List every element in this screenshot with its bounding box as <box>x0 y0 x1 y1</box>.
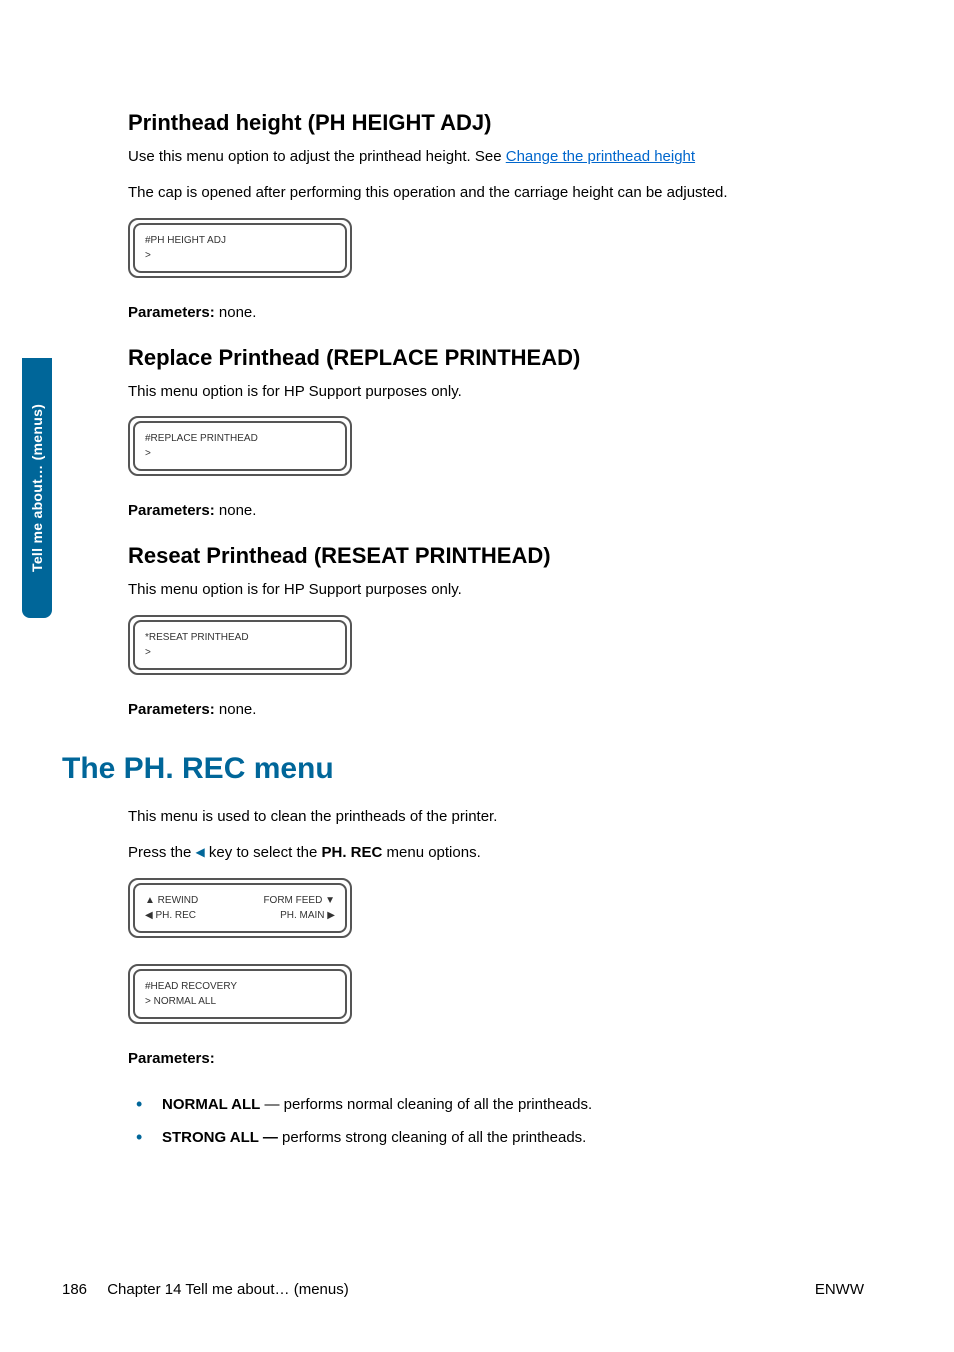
text: menu options. <box>382 844 480 861</box>
heading-replace-printhead: Replace Printhead (REPLACE PRINTHEAD) <box>128 345 864 371</box>
lcd-line: #REPLACE PRINTHEAD <box>145 431 335 446</box>
heading-ph-rec-menu: The PH. REC menu <box>62 752 864 786</box>
text: Press the <box>128 844 196 861</box>
lcd-line: > <box>145 645 335 660</box>
paragraph: Press the ◀ key to select the PH. REC me… <box>128 842 864 864</box>
lcd-display: #PH HEIGHT ADJ > <box>128 218 864 278</box>
lcd-line: > <box>145 248 335 263</box>
parameters-label: Parameters: <box>128 701 215 718</box>
paragraph: This menu option is for HP Support purpo… <box>128 381 864 403</box>
list-item: STRONG ALL — performs strong cleaning of… <box>152 1124 864 1151</box>
paragraph: This menu is used to clean the printhead… <box>128 806 864 828</box>
footer-right: ENWW <box>815 1281 864 1298</box>
parameters-label: Parameters: <box>128 502 215 519</box>
paragraph: The cap is opened after performing this … <box>128 182 864 204</box>
parameters-line: Parameters: none. <box>128 304 864 321</box>
paragraph: Use this menu option to adjust the print… <box>128 146 864 168</box>
side-tab: Tell me about… (menus) <box>22 358 52 618</box>
link-change-printhead-height[interactable]: Change the printhead height <box>506 148 695 165</box>
paragraph: This menu option is for HP Support purpo… <box>128 579 864 601</box>
lcd-line: > <box>145 446 335 461</box>
list-item-bold: STRONG ALL — <box>162 1129 278 1146</box>
left-arrow-icon: ◀ <box>196 844 205 861</box>
page: Tell me about… (menus) Printhead height … <box>0 0 954 1352</box>
lcd-text: ◀ PH. REC <box>145 908 196 923</box>
footer-left: 186 Chapter 14 Tell me about… (menus) <box>62 1281 349 1298</box>
page-footer: 186 Chapter 14 Tell me about… (menus) EN… <box>0 1281 954 1298</box>
parameters-line: Parameters: none. <box>128 502 864 519</box>
side-tab-label: Tell me about… (menus) <box>29 404 45 572</box>
lcd-text: FORM FEED ▼ <box>263 893 335 908</box>
parameters-line: Parameters: <box>128 1050 864 1067</box>
parameters-line: Parameters: none. <box>128 701 864 718</box>
lcd-line: #HEAD RECOVERY <box>145 979 335 994</box>
chapter-title: Chapter 14 Tell me about… (menus) <box>107 1281 349 1298</box>
lcd-display-nav: ▲ REWIND FORM FEED ▼ ◀ PH. REC PH. MAIN … <box>128 878 864 938</box>
lcd-line: > NORMAL ALL <box>145 994 335 1009</box>
text: key to select the <box>205 844 322 861</box>
heading-ph-height: Printhead height (PH HEIGHT ADJ) <box>128 110 864 136</box>
parameters-label: Parameters: <box>128 1050 215 1067</box>
parameters-value: none. <box>215 701 257 718</box>
lcd-line: *RESEAT PRINTHEAD <box>145 630 335 645</box>
list-item-text: performs strong cleaning of all the prin… <box>278 1129 587 1146</box>
parameters-label: Parameters: <box>128 304 215 321</box>
text: Use this menu option to adjust the print… <box>128 148 506 165</box>
lcd-text: ▲ REWIND <box>145 893 198 908</box>
list-item-text: — performs normal cleaning of all the pr… <box>260 1096 592 1113</box>
parameters-value: none. <box>215 502 257 519</box>
heading-reseat-printhead: Reseat Printhead (RESEAT PRINTHEAD) <box>128 543 864 569</box>
list-item: NORMAL ALL — performs normal cleaning of… <box>152 1091 864 1118</box>
lcd-line: #PH HEIGHT ADJ <box>145 233 335 248</box>
list-item-bold: NORMAL ALL <box>162 1096 260 1113</box>
parameters-list: NORMAL ALL — performs normal cleaning of… <box>128 1091 864 1151</box>
page-number: 186 <box>62 1281 87 1298</box>
lcd-display: #HEAD RECOVERY > NORMAL ALL <box>128 964 864 1024</box>
parameters-value: none. <box>215 304 257 321</box>
text-bold: PH. REC <box>322 844 383 861</box>
lcd-text: PH. MAIN ▶ <box>280 908 335 923</box>
lcd-display: *RESEAT PRINTHEAD > <box>128 615 864 675</box>
lcd-display: #REPLACE PRINTHEAD > <box>128 416 864 476</box>
